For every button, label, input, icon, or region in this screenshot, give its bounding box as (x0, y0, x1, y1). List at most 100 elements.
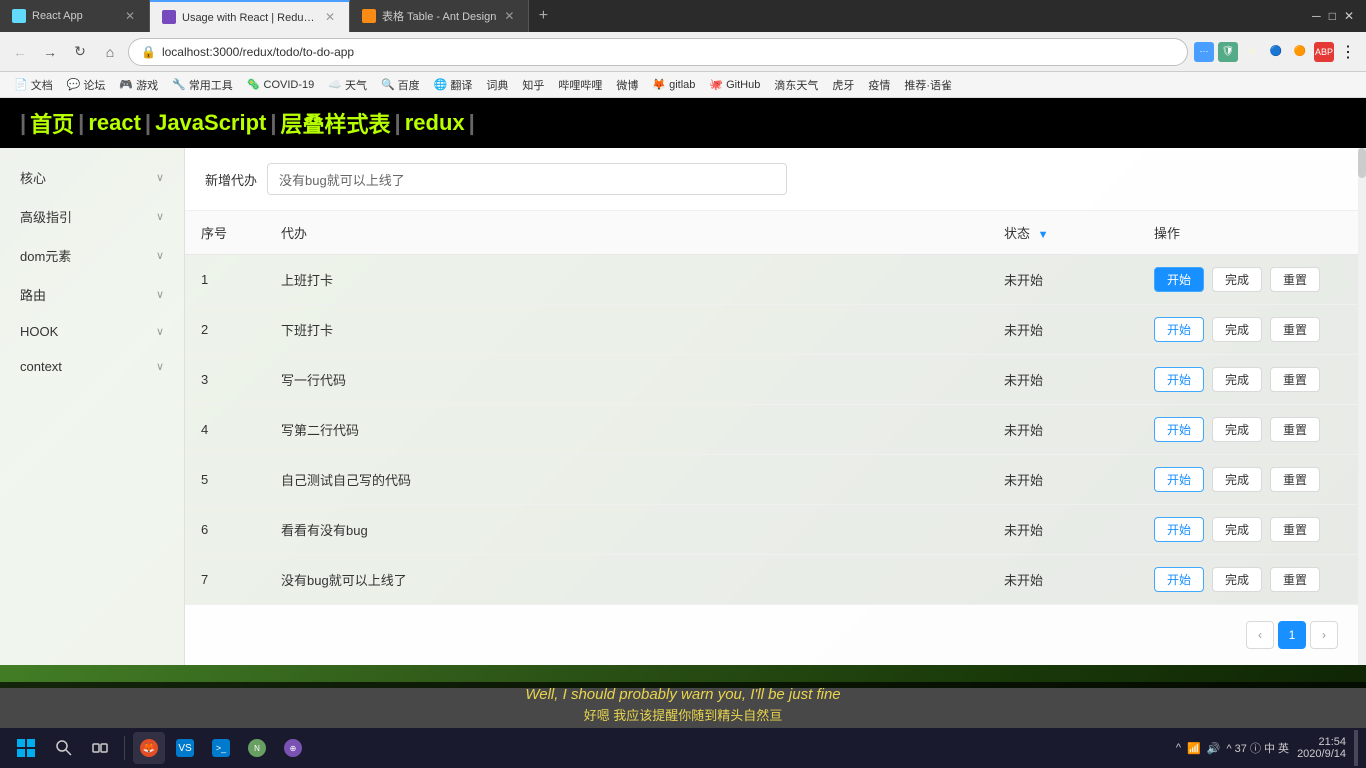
ext-icon-shield[interactable]: 🛡 (1218, 42, 1238, 62)
complete-button-4[interactable]: 完成 (1212, 417, 1262, 442)
tab-close-2[interactable]: ✕ (323, 8, 337, 26)
complete-button-2[interactable]: 完成 (1212, 317, 1262, 342)
reload-button[interactable]: ↻ (68, 40, 92, 64)
reset-button-5[interactable]: 重置 (1270, 467, 1320, 492)
reset-button-4[interactable]: 重置 (1270, 417, 1320, 442)
filter-icon[interactable]: ▼ (1038, 229, 1049, 241)
bookmark-huya[interactable]: 虎牙 (826, 75, 860, 95)
bookmark-weather2[interactable]: 滴东天气 (768, 75, 824, 95)
cell-seq-7: 7 (185, 555, 265, 605)
start-button-6[interactable]: 开始 (1154, 517, 1204, 542)
reset-button-3[interactable]: 重置 (1270, 367, 1320, 392)
complete-button-5[interactable]: 完成 (1212, 467, 1262, 492)
complete-button-3[interactable]: 完成 (1212, 367, 1262, 392)
start-button-3[interactable]: 开始 (1154, 367, 1204, 392)
vscode-taskbar[interactable]: VS (169, 732, 201, 764)
ext-icon-3[interactable]: 🟠 (1290, 42, 1310, 62)
nav-js[interactable]: JavaScript (155, 110, 266, 136)
start-menu-button[interactable] (8, 730, 44, 766)
bookmark-covid[interactable]: 🦠 COVID-19 (241, 76, 320, 93)
complete-button-7[interactable]: 完成 (1212, 567, 1262, 592)
browser-taskbar[interactable]: 🦊 (133, 732, 165, 764)
start-button-4[interactable]: 开始 (1154, 417, 1204, 442)
sidebar-item-dom[interactable]: dom元素 ∨ (0, 236, 184, 275)
bookmark-weibo[interactable]: 微博 (610, 75, 644, 95)
maximize-button[interactable]: □ (1329, 9, 1336, 23)
bookmark-dict[interactable]: 词典 (480, 75, 514, 95)
bookmark-tools-label: 常用工具 (189, 77, 233, 93)
action-btns-2: 开始 完成 重置 (1154, 317, 1342, 342)
taskbar: 🦊 VS >_ N ⊕ ^ 📶 🔊 ^ 37 ⓘ 中 英 21:54 2020/… (0, 728, 1366, 768)
bookmark-tools[interactable]: 🔧 常用工具 (166, 75, 239, 95)
bookmark-github[interactable]: 🐙 GitHub (703, 76, 766, 93)
bookmark-game[interactable]: 🎮 游戏 (113, 75, 164, 95)
tray-chevron[interactable]: ^ (1176, 742, 1181, 754)
sidebar-item-core[interactable]: 核心 ∨ (0, 158, 184, 197)
tab-ant-design[interactable]: 表格 Table - Ant Design ✕ (350, 0, 529, 32)
back-button[interactable]: ← (8, 40, 32, 64)
address-bar[interactable]: 🔒 localhost:3000/redux/todo/to-do-app (128, 38, 1188, 66)
complete-button-6[interactable]: 完成 (1212, 517, 1262, 542)
bookmark-recommend[interactable]: 推荐·语雀 (898, 75, 958, 95)
sidebar-item-router[interactable]: 路由 ∨ (0, 275, 184, 314)
nav-home[interactable]: 首页 (30, 107, 74, 139)
bookmark-baidu[interactable]: 🔍 百度 (375, 75, 426, 95)
nav-react[interactable]: react (88, 110, 141, 136)
bookmark-docs[interactable]: 📄 文档 (8, 75, 59, 95)
show-desktop-button[interactable] (1354, 730, 1358, 766)
reset-button-2[interactable]: 重置 (1270, 317, 1320, 342)
next-page-button[interactable]: › (1310, 621, 1338, 649)
taskbar-clock[interactable]: 21:54 2020/9/14 (1297, 736, 1346, 760)
ext-icon-2[interactable]: 🔵 (1266, 42, 1286, 62)
ext-icon-4[interactable]: ABP (1314, 42, 1334, 62)
minimize-button[interactable]: ─ (1312, 9, 1321, 23)
task-view-button[interactable] (84, 732, 116, 764)
ext-icon-star[interactable]: ☆ (1242, 42, 1262, 62)
reset-button-7[interactable]: 重置 (1270, 567, 1320, 592)
sidebar-item-hook[interactable]: HOOK ∨ (0, 314, 184, 349)
reset-button-1[interactable]: 重置 (1270, 267, 1320, 292)
bookmark-bilibili[interactable]: 哔哩哔哩 (552, 75, 608, 95)
bookmark-gitlab[interactable]: 🦊 gitlab (646, 76, 701, 93)
start-button-5[interactable]: 开始 (1154, 467, 1204, 492)
home-button[interactable]: ⌂ (98, 40, 122, 64)
ext-icon-1[interactable]: ⋯ (1194, 42, 1214, 62)
scrollbar[interactable] (1358, 148, 1366, 665)
nav-css[interactable]: 层叠样式表 (281, 107, 391, 139)
bookmark-translate[interactable]: 🌐 翻译 (428, 75, 479, 95)
new-tab-button[interactable]: + (529, 0, 557, 32)
page-1-button[interactable]: 1 (1278, 621, 1306, 649)
ext-icon-menu[interactable]: ⋮ (1338, 42, 1358, 62)
nav-redux[interactable]: redux (405, 110, 465, 136)
tab-favicon-1 (12, 9, 26, 23)
start-button-2[interactable]: 开始 (1154, 317, 1204, 342)
terminal-taskbar[interactable]: >_ (205, 732, 237, 764)
complete-button-1[interactable]: 完成 (1212, 267, 1262, 292)
start-button-1[interactable]: 开始 (1154, 267, 1204, 292)
tab-close-1[interactable]: ✕ (123, 7, 137, 25)
bookmark-zhihu-label: 知乎 (522, 77, 544, 93)
tray-volume[interactable]: 🔊 (1207, 742, 1221, 755)
bookmark-zhihu[interactable]: 知乎 (516, 75, 550, 95)
bookmark-epidemic[interactable]: 疫情 (862, 75, 896, 95)
close-window-button[interactable]: ✕ (1344, 9, 1354, 23)
todo-input[interactable] (267, 163, 787, 195)
tab-react-app[interactable]: React App ✕ (0, 0, 150, 32)
app-taskbar[interactable]: ⊕ (277, 732, 309, 764)
sidebar-item-context[interactable]: context ∨ (0, 349, 184, 384)
sidebar-item-advanced[interactable]: 高级指引 ∨ (0, 197, 184, 236)
node-taskbar[interactable]: N (241, 732, 273, 764)
tray-network[interactable]: 📶 (1187, 742, 1201, 755)
scroll-thumb[interactable] (1358, 148, 1366, 178)
forward-button[interactable]: → (38, 40, 62, 64)
reset-button-6[interactable]: 重置 (1270, 517, 1320, 542)
vscode-icon: VS (176, 739, 194, 757)
start-button-7[interactable]: 开始 (1154, 567, 1204, 592)
search-taskbar[interactable] (48, 732, 80, 764)
bookmark-weather[interactable]: ☁️ 天气 (322, 75, 373, 95)
bookmark-forum[interactable]: 💬 论坛 (61, 75, 112, 95)
tab-close-3[interactable]: ✕ (502, 7, 516, 25)
prev-page-button[interactable]: ‹ (1246, 621, 1274, 649)
sidebar-item-dom-label: dom元素 (20, 246, 71, 265)
tab-usage-redux[interactable]: Usage with React | Redux中 ✕ (150, 0, 350, 32)
